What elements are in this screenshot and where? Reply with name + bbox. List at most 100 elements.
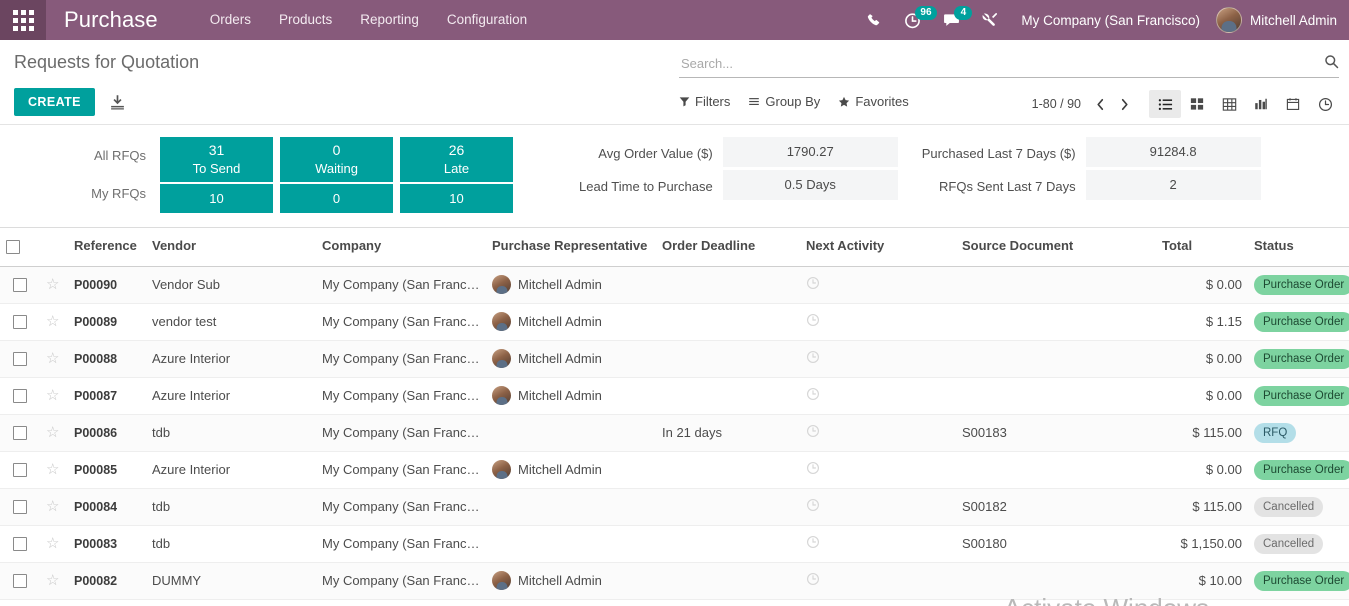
cell-next-activity[interactable]	[800, 340, 956, 378]
row-favorite-cell[interactable]: ☆	[40, 340, 68, 378]
cell-next-activity[interactable]	[800, 414, 956, 452]
create-button[interactable]: CREATE	[14, 88, 95, 116]
cell-reference[interactable]: P00084	[68, 488, 146, 526]
row-checkbox[interactable]	[13, 315, 27, 330]
row-select-cell[interactable]	[0, 451, 40, 489]
row-select-cell[interactable]	[0, 562, 40, 600]
column-header-company[interactable]: Company	[316, 228, 486, 267]
clock-icon[interactable]	[806, 461, 820, 478]
table-row[interactable]: ☆ P00084 tdb My Company (San Francis... S001…	[0, 488, 1349, 526]
import-download-icon[interactable]	[109, 94, 126, 111]
tile-my-to-send[interactable]: 10	[160, 184, 273, 213]
row-select-cell[interactable]	[0, 488, 40, 526]
messages-chat-icon[interactable]: 4	[932, 0, 973, 40]
cell-reference[interactable]: P00081	[68, 599, 146, 606]
row-checkbox[interactable]	[13, 574, 27, 589]
table-row[interactable]: ☆ P00088 Azure Interior My Company (San Fra…	[0, 340, 1349, 378]
app-brand-title[interactable]: Purchase	[64, 7, 158, 33]
cell-next-activity[interactable]	[800, 525, 956, 563]
clock-icon[interactable]	[806, 498, 820, 515]
column-header-reference[interactable]: Reference	[68, 228, 146, 267]
cell-next-activity[interactable]	[800, 451, 956, 489]
table-row[interactable]: ☆ P00087 Azure Interior My Company (San Fra…	[0, 377, 1349, 415]
cell-reference[interactable]: P00082	[68, 562, 146, 600]
cell-reference[interactable]: P00087	[68, 377, 146, 415]
star-icon[interactable]: ☆	[46, 387, 59, 404]
pager-next-button[interactable]	[1113, 91, 1135, 117]
search-input[interactable]	[679, 55, 1324, 74]
clock-icon[interactable]	[806, 572, 820, 589]
cell-next-activity[interactable]	[800, 488, 956, 526]
clock-icon[interactable]	[806, 535, 820, 552]
table-row[interactable]: ☆ P00090 Vendor Sub My Company (San Francis…	[0, 266, 1349, 304]
menu-products[interactable]: Products	[265, 0, 346, 40]
view-calendar-button[interactable]	[1277, 90, 1309, 118]
row-select-cell[interactable]	[0, 414, 40, 452]
row-checkbox[interactable]	[13, 426, 27, 441]
user-menu[interactable]: Mitchell Admin	[1212, 7, 1349, 33]
row-checkbox[interactable]	[13, 500, 27, 515]
clock-icon[interactable]	[806, 313, 820, 330]
table-row[interactable]: ☆ P00089 vendor test My Company (San Franci…	[0, 303, 1349, 341]
row-favorite-cell[interactable]: ☆	[40, 525, 68, 563]
star-icon[interactable]: ☆	[46, 535, 59, 552]
tile-all-late[interactable]: 26 Late	[400, 137, 513, 184]
clock-icon[interactable]	[806, 350, 820, 367]
search-icon[interactable]	[1324, 54, 1339, 76]
view-list-button[interactable]	[1149, 90, 1181, 118]
cell-next-activity[interactable]	[800, 303, 956, 341]
column-header-order-deadline[interactable]: Order Deadline	[656, 228, 800, 267]
cell-next-activity[interactable]	[800, 599, 956, 606]
cell-next-activity[interactable]	[800, 266, 956, 304]
tile-all-waiting[interactable]: 0 Waiting	[280, 137, 393, 184]
pager-previous-button[interactable]	[1089, 91, 1111, 117]
row-favorite-cell[interactable]: ☆	[40, 562, 68, 600]
menu-configuration[interactable]: Configuration	[433, 0, 541, 40]
star-icon[interactable]: ☆	[46, 313, 59, 330]
wrench-tools-icon[interactable]	[971, 0, 1009, 40]
clock-icon[interactable]	[806, 276, 820, 293]
apps-menu-button[interactable]	[0, 0, 46, 40]
column-header-purchase-representative[interactable]: Purchase Representative	[486, 228, 656, 267]
row-checkbox[interactable]	[13, 537, 27, 552]
tile-all-to-send[interactable]: 31 To Send	[160, 137, 273, 184]
table-row[interactable]: ☆P00081DUMMYMy Company (San Francis...Mi…	[0, 599, 1349, 606]
row-favorite-cell[interactable]: ☆	[40, 488, 68, 526]
cell-reference[interactable]: P00086	[68, 414, 146, 452]
star-icon[interactable]: ☆	[46, 424, 59, 441]
star-icon[interactable]: ☆	[46, 461, 59, 478]
row-checkbox[interactable]	[13, 463, 27, 478]
menu-orders[interactable]: Orders	[196, 0, 265, 40]
cell-reference[interactable]: P00083	[68, 525, 146, 563]
row-checkbox[interactable]	[13, 352, 27, 367]
cell-next-activity[interactable]	[800, 562, 956, 600]
star-icon[interactable]: ☆	[46, 350, 59, 367]
cell-next-activity[interactable]	[800, 377, 956, 415]
filters-button[interactable]: Filters	[679, 94, 730, 109]
row-select-cell[interactable]	[0, 303, 40, 341]
column-header-status[interactable]: Status	[1248, 228, 1349, 267]
row-favorite-cell[interactable]: ☆	[40, 377, 68, 415]
select-all-checkbox[interactable]	[6, 239, 20, 254]
view-pivot-button[interactable]	[1213, 90, 1245, 118]
clock-icon[interactable]	[806, 424, 820, 441]
cell-reference[interactable]: P00090	[68, 266, 146, 304]
row-select-cell[interactable]	[0, 340, 40, 378]
star-icon[interactable]: ☆	[46, 498, 59, 515]
menu-reporting[interactable]: Reporting	[346, 0, 433, 40]
view-kanban-button[interactable]	[1181, 90, 1213, 118]
column-header-vendor[interactable]: Vendor	[146, 228, 316, 267]
clock-icon[interactable]	[806, 387, 820, 404]
table-row[interactable]: ☆ P00083 tdb My Company (San Francis... S001…	[0, 525, 1349, 563]
activity-clock-icon[interactable]: 96	[893, 0, 937, 40]
row-favorite-cell[interactable]: ☆	[40, 414, 68, 452]
row-favorite-cell[interactable]: ☆	[40, 303, 68, 341]
row-select-cell[interactable]	[0, 525, 40, 563]
tile-my-waiting[interactable]: 0	[280, 184, 393, 213]
phone-icon[interactable]	[856, 0, 893, 40]
table-row[interactable]: ☆ P00086 tdb My Company (San Francis... In 2…	[0, 414, 1349, 452]
row-select-cell[interactable]	[0, 599, 40, 606]
row-checkbox[interactable]	[13, 278, 27, 293]
row-favorite-cell[interactable]: ☆	[40, 599, 68, 606]
column-header-next-activity[interactable]: Next Activity	[800, 228, 956, 267]
